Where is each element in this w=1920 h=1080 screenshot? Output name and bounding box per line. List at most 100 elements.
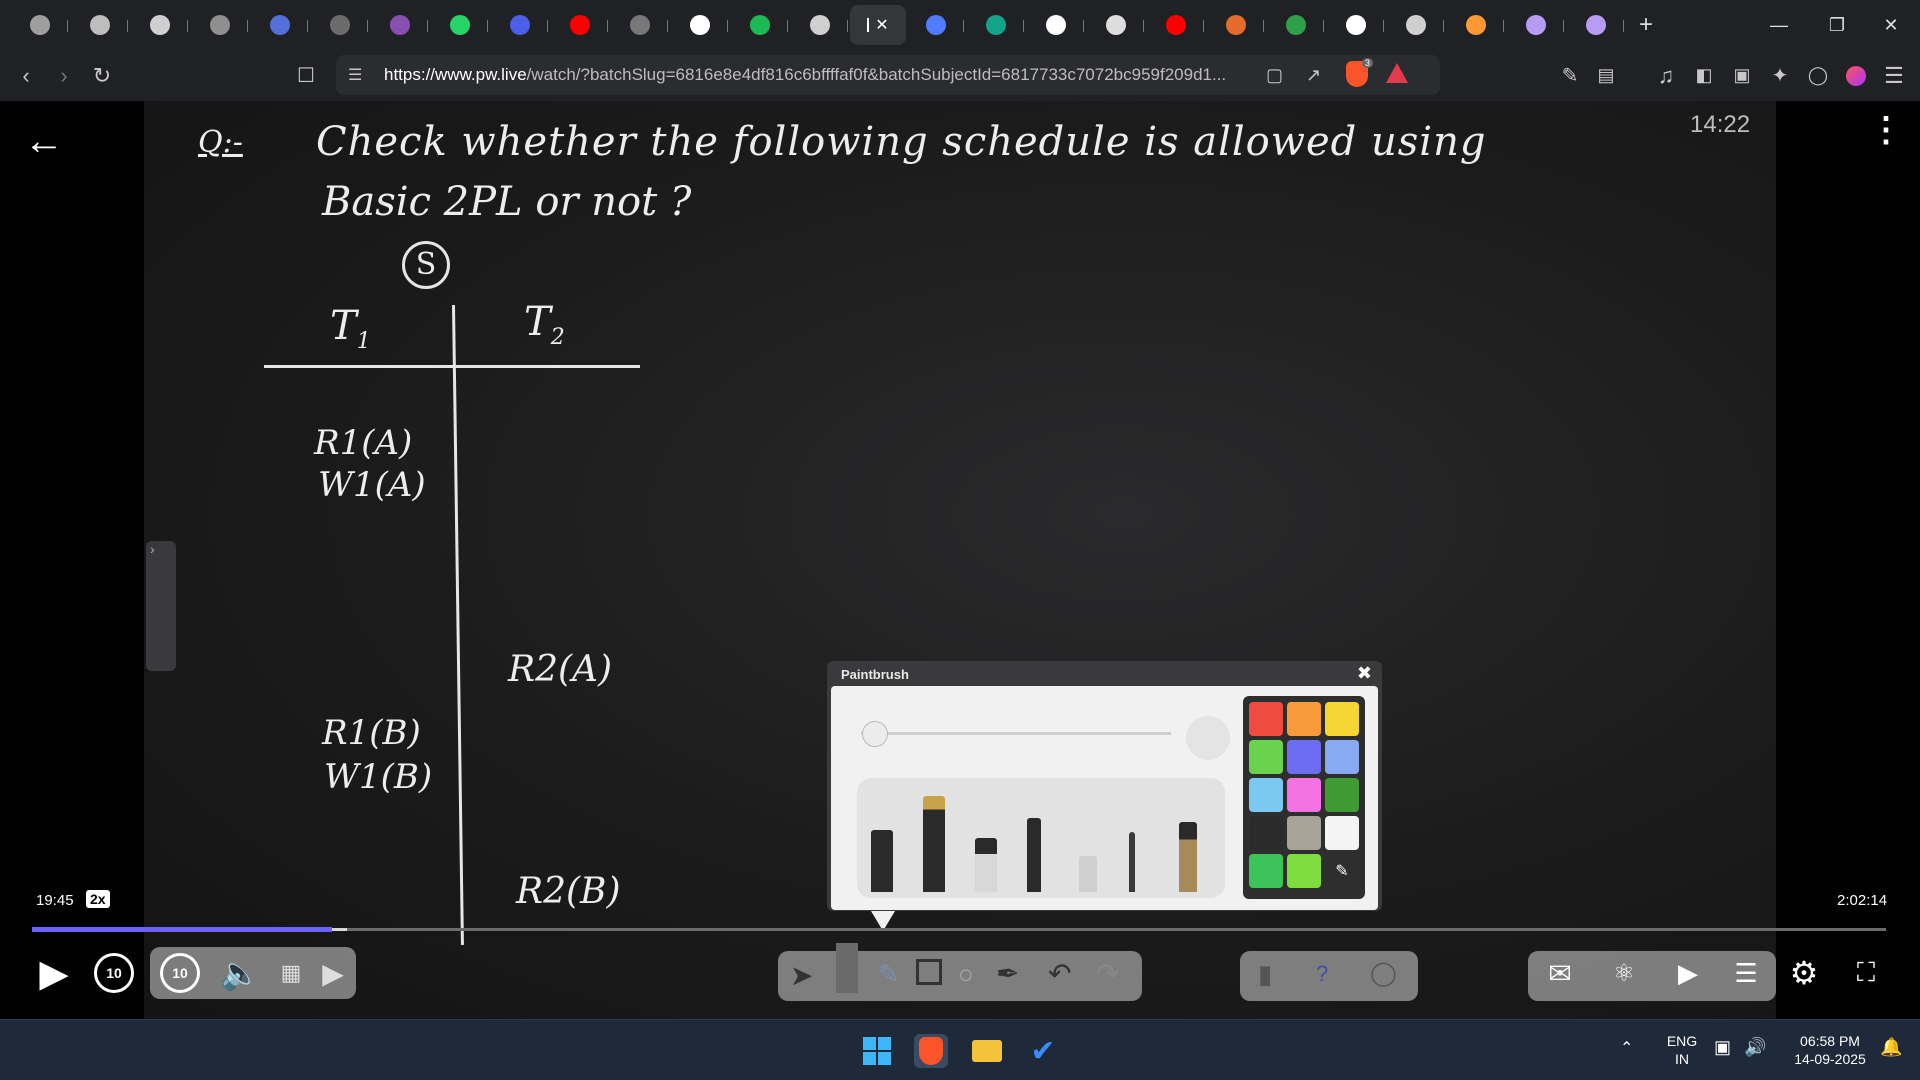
restore-icon: ❐ — [1828, 14, 1846, 35]
browser-tab[interactable] — [610, 5, 670, 45]
tab-separator — [1563, 20, 1564, 32]
reader-mode-button[interactable]: ▤ — [1588, 58, 1624, 94]
browser-tab[interactable] — [730, 5, 790, 45]
browser-tab[interactable] — [1566, 5, 1626, 45]
more-options-button[interactable]: ⋮ — [1869, 113, 1903, 147]
settings-button[interactable]: ⚙ — [1784, 953, 1824, 993]
video-player[interactable]: Q:- Check whether the following schedule… — [0, 101, 1920, 1019]
color-swatch — [1249, 702, 1283, 736]
show-hidden-icons-button[interactable]: ⌃ — [1620, 1040, 1633, 1058]
browser-tab[interactable] — [906, 5, 966, 45]
slides-button[interactable]: ▶ — [1668, 953, 1708, 993]
browser-tab[interactable] — [1026, 5, 1086, 45]
browser-tab[interactable] — [370, 5, 430, 45]
site-settings-icon[interactable]: ☰ — [348, 65, 362, 85]
board-side-handle[interactable]: › — [146, 541, 176, 671]
fullscreen-button[interactable]: ⛶ — [1846, 953, 1886, 993]
vpn-button[interactable]: ◯ — [1800, 58, 1836, 94]
forward-10-button[interactable]: 10 — [160, 953, 200, 993]
language-code: ENG — [1666, 1033, 1698, 1049]
volume-button[interactable]: 🔈 — [220, 953, 260, 993]
marker-icon — [923, 796, 945, 892]
reload-button[interactable]: ↻ — [84, 58, 120, 94]
fullscreen-icon: ⛶ — [1856, 957, 1876, 987]
browser-tab[interactable] — [1266, 5, 1326, 45]
bookmark-button[interactable]: ☐ — [288, 58, 324, 94]
avatar-tab-icon — [390, 15, 410, 35]
undo-icon: ↶ — [1048, 958, 1072, 989]
browser-tab[interactable] — [430, 5, 490, 45]
forward-button[interactable]: › — [46, 58, 82, 94]
address-bar[interactable]: ☰ https://www.pw.live/watch/?batchSlug=6… — [336, 55, 1440, 95]
tab-separator — [607, 20, 608, 32]
tab-separator — [1623, 20, 1624, 32]
cast-icon[interactable]: ▢ — [1266, 65, 1283, 86]
chat-button[interactable]: ✉ — [1540, 953, 1580, 993]
taskbar-file-explorer-button[interactable] — [970, 1034, 1004, 1068]
browser-tab[interactable] — [130, 5, 190, 45]
taskbar-brave-button[interactable] — [914, 1034, 948, 1068]
new-tab-button[interactable]: + — [1626, 11, 1666, 39]
brave-icon — [919, 1037, 943, 1065]
media-button[interactable]: ♫ — [1648, 58, 1684, 94]
browser-tab[interactable] — [1086, 5, 1146, 45]
folder-icon — [972, 1040, 1002, 1062]
url-text[interactable]: https://www.pw.live/watch/?batchSlug=681… — [384, 65, 1264, 85]
browser-tab[interactable] — [1506, 5, 1566, 45]
menu-button[interactable]: ☰ — [1876, 58, 1912, 94]
browser-tab[interactable] — [190, 5, 250, 45]
network-icon[interactable]: ▣ — [1714, 1038, 1731, 1056]
rewind-button[interactable]: 10 — [94, 953, 134, 993]
browser-tab[interactable] — [1206, 5, 1266, 45]
back-button[interactable]: ‹ — [8, 58, 44, 94]
sidebar-icon: ◧ — [1695, 65, 1713, 85]
brave-rewards-icon[interactable] — [1386, 63, 1408, 83]
profile-button[interactable] — [1838, 58, 1874, 94]
google-icon — [690, 15, 710, 35]
progress-played[interactable] — [32, 927, 332, 932]
close-window-button[interactable]: ✕ — [1862, 0, 1920, 50]
notes-button[interactable]: ☰ — [1726, 953, 1766, 993]
play-button[interactable]: ▶ — [32, 951, 76, 995]
browser-tab[interactable] — [670, 5, 730, 45]
browser-tab[interactable] — [550, 5, 610, 45]
restore-button[interactable]: ❐ — [1808, 0, 1866, 50]
minimize-button[interactable]: — — [1750, 0, 1808, 50]
playback-speed-badge[interactable]: 2x — [86, 890, 110, 908]
tab-separator — [367, 20, 368, 32]
notification-bell-icon[interactable]: 🔔 — [1880, 1038, 1902, 1056]
browser-toolbar: ‹ › ↻ ☐ ☰ https://www.pw.live/watch/?bat… — [0, 50, 1920, 101]
browser-tab[interactable] — [1326, 5, 1386, 45]
browser-tab[interactable] — [1446, 5, 1506, 45]
clock-tray[interactable]: 06:58 PM 14-09-2025 — [1782, 1032, 1878, 1068]
browser-tab[interactable] — [70, 5, 130, 45]
close-tab-icon[interactable]: ✕ — [875, 15, 888, 35]
share-icon[interactable]: ↗ — [1306, 65, 1321, 86]
browser-tab[interactable] — [966, 5, 1026, 45]
leo-ai-button[interactable]: ✦ — [1762, 58, 1798, 94]
browser-tab[interactable] — [790, 5, 850, 45]
start-button[interactable] — [860, 1034, 894, 1068]
windows-icon — [863, 1037, 891, 1065]
player-back-button[interactable]: ← — [24, 119, 64, 164]
slides-icon: ▶ — [1678, 957, 1698, 988]
wallet-button[interactable]: ▣ — [1724, 58, 1760, 94]
language-indicator[interactable]: ENG IN — [1660, 1032, 1704, 1068]
ai-tab-icon — [90, 15, 110, 35]
browser-tab[interactable] — [1386, 5, 1446, 45]
browser-tab[interactable] — [10, 5, 70, 45]
translate-button[interactable]: ⚛ — [1604, 953, 1644, 993]
browser-tab[interactable] — [310, 5, 370, 45]
t1-letter: T — [330, 303, 357, 349]
browser-tab[interactable] — [250, 5, 310, 45]
progress-buffered — [332, 928, 347, 931]
browser-tab[interactable] — [1146, 5, 1206, 45]
chalk-icon — [1079, 856, 1097, 892]
extensions-button[interactable]: ✎ — [1552, 58, 1588, 94]
browser-tab[interactable] — [490, 5, 550, 45]
sidebar-button[interactable]: ◧ — [1686, 58, 1722, 94]
t2-header: T2 — [524, 299, 565, 350]
volume-tray-icon[interactable]: 🔊 — [1744, 1038, 1766, 1056]
browser-tab[interactable]: ✕ — [850, 5, 906, 45]
taskbar-todo-button[interactable]: ✔ — [1026, 1034, 1060, 1068]
